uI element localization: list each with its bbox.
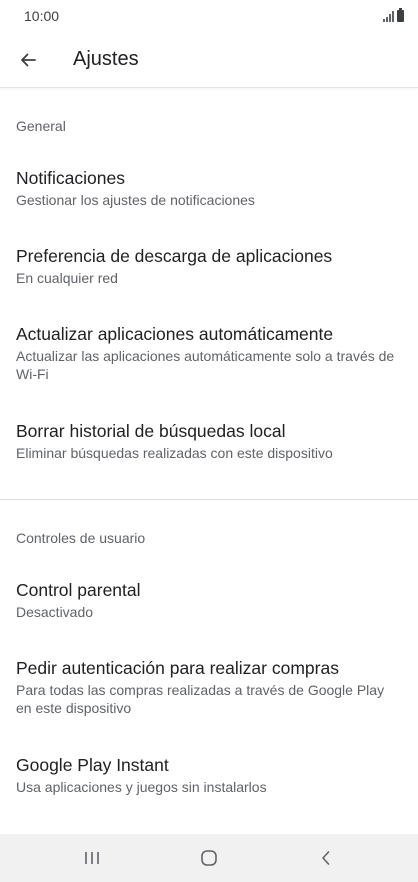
setting-title: Borrar historial de búsquedas local: [16, 421, 286, 441]
setting-title: Control parental: [16, 580, 141, 600]
app-bar: Ajustes: [0, 32, 418, 88]
setting-autenticacion-compras[interactable]: Pedir autenticación para realizar compra…: [0, 657, 418, 717]
setting-subtitle: Desactivado: [16, 604, 94, 620]
section-header-general: General: [16, 118, 66, 134]
setting-title: Notificaciones: [16, 168, 125, 188]
setting-title: Actualizar aplicaciones automáticamente: [16, 324, 334, 344]
signal-icon: [383, 10, 394, 22]
section-divider: [0, 499, 418, 500]
recents-icon: [85, 852, 99, 864]
back-icon: [322, 851, 330, 865]
setting-notificaciones[interactable]: Notificaciones Gestionar los ajustes de …: [0, 167, 418, 209]
battery-icon: [397, 8, 404, 22]
setting-title: Google Play Instant: [16, 755, 169, 775]
setting-preferencia-descarga[interactable]: Preferencia de descarga de aplicaciones …: [0, 245, 418, 287]
setting-subtitle: En cualquier red: [16, 270, 118, 286]
section-header-controles: Controles de usuario: [16, 530, 146, 546]
status-time: 10:00: [24, 8, 60, 24]
status-bar: 10:00: [0, 0, 418, 32]
back-arrow-button[interactable]: [12, 44, 44, 76]
page-title: Ajustes: [73, 48, 139, 70]
setting-title: Pedir autenticación para realizar compra…: [16, 658, 339, 678]
setting-subtitle: Para todas las compras realizadas a trav…: [16, 682, 385, 716]
setting-borrar-historial[interactable]: Borrar historial de búsquedas local Elim…: [0, 420, 418, 462]
setting-subtitle: Actualizar las aplicaciones automáticame…: [16, 348, 395, 382]
setting-google-play-instant[interactable]: Google Play Instant Usa aplicaciones y j…: [0, 754, 418, 796]
home-button[interactable]: [189, 842, 229, 874]
nav-back-button[interactable]: [306, 842, 346, 874]
arrow-left-icon: [21, 53, 36, 67]
recents-button[interactable]: [72, 842, 112, 874]
status-icons: [383, 8, 404, 22]
setting-control-parental[interactable]: Control parental Desactivado: [0, 579, 418, 621]
setting-subtitle: Usa aplicaciones y juegos sin instalarlo…: [16, 779, 267, 795]
settings-screen: 10:00 Ajustes General Notificaciones Ges…: [0, 0, 418, 882]
setting-actualizar-apps[interactable]: Actualizar aplicaciones automáticamente …: [0, 323, 418, 383]
setting-title: Preferencia de descarga de aplicaciones: [16, 246, 333, 266]
setting-subtitle: Eliminar búsquedas realizadas con este d…: [16, 445, 333, 461]
system-nav-bar: [0, 834, 418, 882]
setting-subtitle: Gestionar los ajustes de notificaciones: [16, 192, 255, 208]
home-icon: [201, 850, 217, 866]
